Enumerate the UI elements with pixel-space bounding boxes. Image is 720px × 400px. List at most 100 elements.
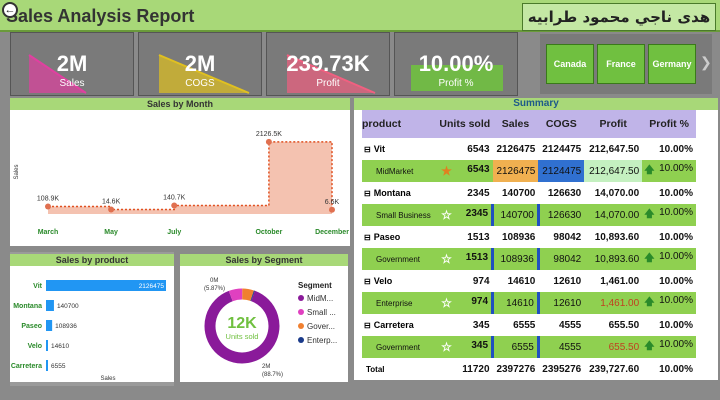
slice-label: (5.87%)	[204, 286, 225, 292]
kpi-label: Sales	[59, 78, 85, 89]
profit-pct-cell: 10.00%	[642, 226, 696, 248]
chevron-right-icon[interactable]: ❯	[700, 54, 712, 71]
column-header[interactable]: product	[362, 110, 438, 138]
table-row[interactable]: ⊟ Vit 6543 2126475 2124475 212,647.50 10.00%	[362, 138, 696, 160]
sales-cell: 140700	[492, 182, 539, 204]
kpi-label: Profit	[316, 78, 340, 89]
bar-value-label: 2126475	[139, 283, 165, 290]
profit-cell: 10,893.60	[584, 226, 643, 248]
table-row[interactable]: ⊟ Paseo 1513 108936 98042 10,893.60 10.00%	[362, 226, 696, 248]
product-cell: ⊟ Velo	[362, 270, 438, 292]
profit-cell: 655.50	[584, 336, 643, 358]
legend-title: Segment	[298, 281, 332, 290]
report-title: Sales Analysis Report	[6, 6, 195, 26]
legend-marker	[298, 337, 304, 343]
up-arrow-icon: 🡅	[644, 208, 655, 220]
star-icon: ☆	[441, 340, 452, 354]
kpi-value: 10.00%	[418, 51, 494, 76]
column-header[interactable]: Sales	[492, 110, 539, 138]
data-point	[329, 206, 335, 213]
author-name: هدى ناجي محمود طرابيه	[522, 3, 716, 31]
profit-cell: 212,647.50	[584, 138, 643, 160]
profit-cell: 14,070.00	[584, 182, 643, 204]
sales-cell: 2397276	[492, 358, 539, 380]
bar	[46, 300, 54, 311]
summary-table-container[interactable]: product Units sold Sales COGS Profit Profit %…	[362, 110, 696, 380]
x-axis-label: Sales	[100, 376, 115, 382]
table-row[interactable]: ⊟ Velo 974 14610 12610 1,461.00 10.00%	[362, 270, 696, 292]
summary-title: Summary	[354, 98, 718, 110]
star-icon: ☆	[441, 208, 452, 222]
column-header[interactable]: COGS	[538, 110, 585, 138]
table-subrow[interactable]: Government ☆ 345 6555 4555 655.50 🡅 10.00%	[362, 336, 696, 358]
x-tick-label: October	[255, 229, 282, 236]
profit-pct-cell: 10.00%	[642, 182, 696, 204]
cogs-cell: 2124475	[538, 160, 585, 182]
sales-by-month-chart: 108.9K 14.6K 140.7K 2126.5K 6.6K March May July…	[14, 131, 349, 236]
bar-value-label: 140700	[57, 303, 79, 310]
table-body: ⊟ Vit 6543 2126475 2124475 212,647.50 10.00% Mi…	[362, 138, 696, 380]
center-value: 12K	[227, 315, 257, 332]
data-label: 2126.5K	[256, 131, 282, 138]
up-arrow-icon: 🡅	[644, 252, 655, 264]
cogs-cell: 126630	[536, 204, 585, 226]
country-button-france[interactable]: France	[597, 44, 645, 84]
profit-pct-cell: 10.00%	[642, 358, 696, 380]
kpi-value: 2M	[56, 51, 88, 76]
up-arrow-icon: 🡅	[644, 340, 655, 352]
profit-pct-cell: 🡅 10.00%	[642, 292, 696, 314]
column-header[interactable]: Profit %	[642, 110, 696, 138]
table-subrow[interactable]: Enterprise ☆ 974 14610 12610 1,461.00 🡅 10.00%	[362, 292, 696, 314]
table-header-row: product Units sold Sales COGS Profit Profit %	[362, 110, 696, 138]
profit-cell: 14,070.00	[584, 204, 643, 226]
back-arrow-icon[interactable]: ←	[2, 2, 18, 18]
sales-cell: 6555	[492, 314, 539, 336]
sales-by-product-chart: Vit 2126475 Montana 140700 Paseo 108936 Velo 14…	[11, 280, 166, 382]
up-arrow-icon: 🡅	[644, 296, 655, 308]
units-cell: ☆ 2345	[437, 204, 493, 226]
up-arrow-icon: 🡅	[644, 164, 655, 176]
category-label: Carretera	[11, 363, 42, 370]
table-total-row[interactable]: Total 11720 2397276 2395276 239,727.60 10.00%	[362, 358, 696, 380]
table-row[interactable]: ⊟ Montana 2345 140700 126630 14,070.00 10.00%	[362, 182, 696, 204]
panel-title: Sales by Month	[10, 98, 350, 110]
bar	[46, 320, 53, 331]
summary-bottom-bar	[354, 380, 718, 384]
sales-cell: 108936	[491, 248, 539, 270]
units-cell: 974	[437, 270, 493, 292]
profit-pct-cell: 10.00%	[642, 314, 696, 336]
profit-cell: 655.50	[584, 314, 643, 336]
table-row[interactable]: ⊟ Carretera 345 6555 4555 655.50 10.00%	[362, 314, 696, 336]
profit-cell: 239,727.60	[584, 358, 643, 380]
country-button-germany[interactable]: Germany	[648, 44, 696, 84]
x-tick-label: March	[38, 229, 59, 236]
column-header[interactable]: Profit	[584, 110, 643, 138]
data-point	[171, 202, 178, 209]
x-tick-label: May	[104, 229, 118, 236]
product-cell: Government	[362, 336, 438, 358]
legend-marker	[298, 309, 304, 315]
bar	[46, 340, 48, 351]
profit-cell: 1,461.00	[584, 270, 643, 292]
category-label: Velo	[28, 343, 42, 350]
country-button-canada[interactable]: Canada	[546, 44, 594, 84]
data-point	[265, 138, 272, 145]
summary-table: product Units sold Sales COGS Profit Profit %…	[362, 110, 696, 380]
table-subrow[interactable]: Small Business ☆ 2345 140700 126630 14,070.00…	[362, 204, 696, 226]
units-cell: ☆ 1513	[437, 248, 493, 270]
sales-by-segment-panel: Sales by Segment 12K Units sold 0M (5.87%) 2…	[180, 254, 348, 382]
cogs-cell: 98042	[538, 226, 585, 248]
table-subrow[interactable]: Government ☆ 1513 108936 98042 10,893.60 🡅 10.0…	[362, 248, 696, 270]
bar-value-label: 108936	[55, 323, 77, 330]
profit-cell: 212,647.50	[584, 160, 643, 182]
sales-by-product-panel: Sales by product Vit 2126475 Montana 140700…	[10, 254, 174, 382]
x-tick-label: July	[167, 229, 181, 236]
column-header[interactable]: Units sold	[437, 110, 493, 138]
legend-marker	[298, 295, 304, 301]
data-point	[45, 203, 51, 210]
table-subrow[interactable]: MidMarket ★ 6543 2126475 2124475 212,647.50 🡅 1…	[362, 160, 696, 182]
slice-label: 2M	[262, 364, 270, 370]
product-cell: Small Business	[362, 204, 438, 226]
product-cell: ⊟ Carretera	[362, 314, 438, 336]
profit-cell: 10,893.60	[584, 248, 643, 270]
